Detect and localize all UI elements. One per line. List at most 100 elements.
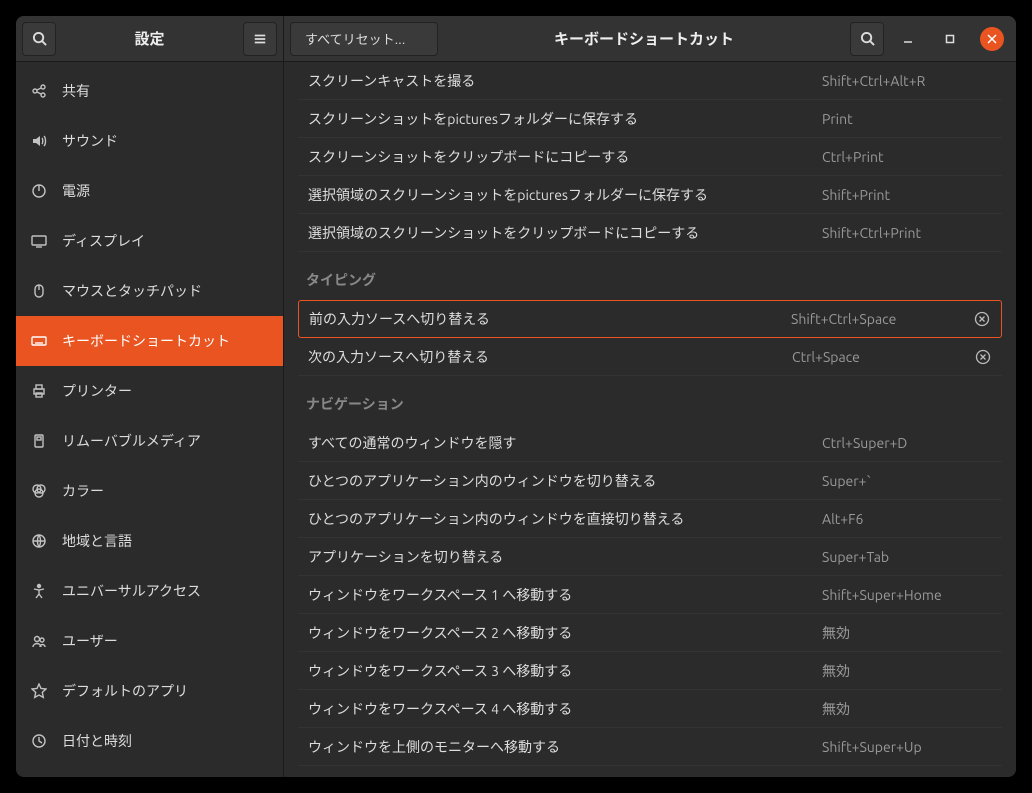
search-icon [32, 31, 47, 46]
sidebar-item-label: 共有 [62, 81, 90, 101]
shortcut-key: Shift+Super+Home [822, 587, 992, 603]
sidebar-item-users[interactable]: ユーザー [16, 616, 283, 666]
removable-icon [30, 432, 48, 450]
shortcut-key: Alt+F6 [822, 511, 992, 527]
share-icon [30, 82, 48, 100]
sidebar-item-keyboard[interactable]: キーボードショートカット [16, 316, 283, 366]
sidebar-item-label: カラー [62, 481, 104, 501]
maximize-button[interactable] [938, 27, 962, 51]
minimize-icon [903, 34, 913, 44]
shortcut-row[interactable]: スクリーンショットをクリップボードにコピーするCtrl+Print [298, 138, 1002, 176]
main-search-button[interactable] [850, 22, 884, 56]
shortcut-row[interactable]: ウィンドウをワークスペース 4 へ移動する無効 [298, 690, 1002, 728]
shortcut-key: Super+Tab [822, 549, 992, 565]
sidebar-item-label: キーボードショートカット [62, 331, 230, 351]
shortcut-label: 選択領域のスクリーンショットをクリップボードにコピーする [308, 223, 822, 243]
sidebar-item-accessibility[interactable]: ユニバーサルアクセス [16, 566, 283, 616]
main-header: すべてリセット... キーボードショートカット [284, 16, 1016, 62]
shortcut-label: アプリケーションを切り替える [308, 547, 822, 567]
shortcut-row[interactable]: ウィンドウをワークスペース 1 へ移動するShift+Super+Home [298, 576, 1002, 614]
close-button[interactable] [980, 27, 1004, 51]
accessibility-icon [30, 582, 48, 600]
datetime-icon [30, 732, 48, 750]
shortcut-key: Ctrl+Space [792, 349, 962, 365]
shortcut-label: すべての通常のウィンドウを隠す [308, 433, 822, 453]
sidebar-item-label: ユニバーサルアクセス [62, 581, 201, 601]
sidebar-item-power[interactable]: 電源 [16, 166, 283, 216]
shortcut-key: 無効 [822, 661, 992, 681]
shortcut-row[interactable]: スクリーンキャストを撮るShift+Ctrl+Alt+R [298, 62, 1002, 100]
sidebar-item-datetime[interactable]: 日付と時刻 [16, 716, 283, 766]
default-apps-icon [30, 682, 48, 700]
sidebar-item-label: ディスプレイ [62, 231, 145, 251]
sidebar: 設定 共有サウンド電源ディスプレイマウスとタッチパッドキーボードショートカットプ… [16, 16, 284, 777]
section-title: タイピング [298, 252, 1002, 300]
shortcut-row[interactable]: ウィンドウをワークスペース 2 へ移動する無効 [298, 614, 1002, 652]
shortcut-row[interactable]: アプリケーションを切り替えるSuper+Tab [298, 538, 1002, 576]
shortcut-label: ウィンドウをワークスペース 3 へ移動する [308, 661, 822, 681]
region-icon [30, 532, 48, 550]
users-icon [30, 632, 48, 650]
shortcut-row[interactable]: ウィンドウを上側のモニターへ移動するShift+Super+Up [298, 728, 1002, 766]
shortcut-key: Shift+Ctrl+Print [822, 225, 992, 241]
sidebar-item-label: プリンター [62, 381, 132, 401]
shortcut-row[interactable]: スクリーンショットをpicturesフォルダーに保存するPrint [298, 100, 1002, 138]
shortcut-label: ウィンドウをワークスペース 2 へ移動する [308, 623, 822, 643]
shortcut-label: スクリーンキャストを撮る [308, 71, 822, 91]
shortcut-key: Shift+Super+Up [822, 739, 992, 755]
minimize-button[interactable] [896, 27, 920, 51]
sidebar-item-label: 地域と言語 [62, 531, 132, 551]
shortcut-label: スクリーンショットをクリップボードにコピーする [308, 147, 822, 167]
shortcut-key: Print [822, 111, 992, 127]
shortcut-row[interactable]: 前の入力ソースへ切り替えるShift+Ctrl+Space [298, 300, 1002, 338]
mouse-icon [30, 282, 48, 300]
shortcut-row[interactable]: 選択領域のスクリーンショットをpicturesフォルダーに保存するShift+P… [298, 176, 1002, 214]
sidebar-item-default-apps[interactable]: デフォルトのアプリ [16, 666, 283, 716]
sidebar-item-share[interactable]: 共有 [16, 66, 283, 116]
maximize-icon [945, 34, 955, 44]
shortcut-label: ひとつのアプリケーション内のウィンドウを直接切り替える [308, 509, 822, 529]
shortcut-label: スクリーンショットをpicturesフォルダーに保存する [308, 109, 822, 129]
shortcut-label: 前の入力ソースへ切り替える [309, 309, 791, 329]
shortcut-key: Shift+Ctrl+Alt+R [822, 73, 992, 89]
color-icon [30, 482, 48, 500]
sidebar-item-label: ユーザー [62, 631, 118, 651]
shortcuts-content[interactable]: スクリーンキャストを撮るShift+Ctrl+Alt+Rスクリーンショットをpi… [284, 62, 1016, 777]
shortcut-row[interactable]: 次の入力ソースへ切り替えるCtrl+Space [298, 338, 1002, 376]
keyboard-icon [30, 332, 48, 350]
sidebar-item-printer[interactable]: プリンター [16, 366, 283, 416]
clear-shortcut-icon[interactable] [973, 310, 991, 328]
search-icon [860, 31, 875, 46]
close-icon [987, 34, 997, 44]
reset-all-button[interactable]: すべてリセット... [290, 22, 438, 56]
sidebar-item-mouse[interactable]: マウスとタッチパッド [16, 266, 283, 316]
sidebar-item-removable[interactable]: リムーバブルメディア [16, 416, 283, 466]
sidebar-item-sound[interactable]: サウンド [16, 116, 283, 166]
shortcut-label: ウィンドウをワークスペース 4 へ移動する [308, 699, 822, 719]
sound-icon [30, 132, 48, 150]
search-button[interactable] [22, 22, 56, 56]
shortcut-row[interactable]: 選択領域のスクリーンショットをクリップボードにコピーするShift+Ctrl+P… [298, 214, 1002, 252]
shortcut-key: Ctrl+Super+D [822, 435, 992, 451]
shortcut-row[interactable]: ウィンドウをワークスペース 3 へ移動する無効 [298, 652, 1002, 690]
shortcut-label: ウィンドウをワークスペース 1 へ移動する [308, 585, 822, 605]
shortcut-row[interactable]: ひとつのアプリケーション内のウィンドウを直接切り替えるAlt+F6 [298, 500, 1002, 538]
shortcut-key: Shift+Ctrl+Space [791, 311, 961, 327]
menu-button[interactable] [243, 22, 277, 56]
shortcut-label: 選択領域のスクリーンショットをpicturesフォルダーに保存する [308, 185, 822, 205]
section-title: ナビゲーション [298, 376, 1002, 424]
sidebar-item-region[interactable]: 地域と言語 [16, 516, 283, 566]
sidebar-item-display[interactable]: ディスプレイ [16, 216, 283, 266]
shortcut-row[interactable]: ひとつのアプリケーション内のウィンドウを切り替えるSuper+` [298, 462, 1002, 500]
sidebar-item-label: サウンド [62, 131, 118, 151]
sidebar-item-label: リムーバブルメディア [62, 431, 201, 451]
printer-icon [30, 382, 48, 400]
shortcut-key: 無効 [822, 623, 992, 643]
shortcut-key: Ctrl+Print [822, 149, 992, 165]
shortcut-row[interactable]: すべての通常のウィンドウを隠すCtrl+Super+D [298, 424, 1002, 462]
sidebar-item-color[interactable]: カラー [16, 466, 283, 516]
clear-shortcut-icon[interactable] [974, 348, 992, 366]
shortcut-key: 無効 [822, 699, 992, 719]
shortcut-label: 次の入力ソースへ切り替える [308, 347, 792, 367]
sidebar-header: 設定 [16, 16, 283, 62]
